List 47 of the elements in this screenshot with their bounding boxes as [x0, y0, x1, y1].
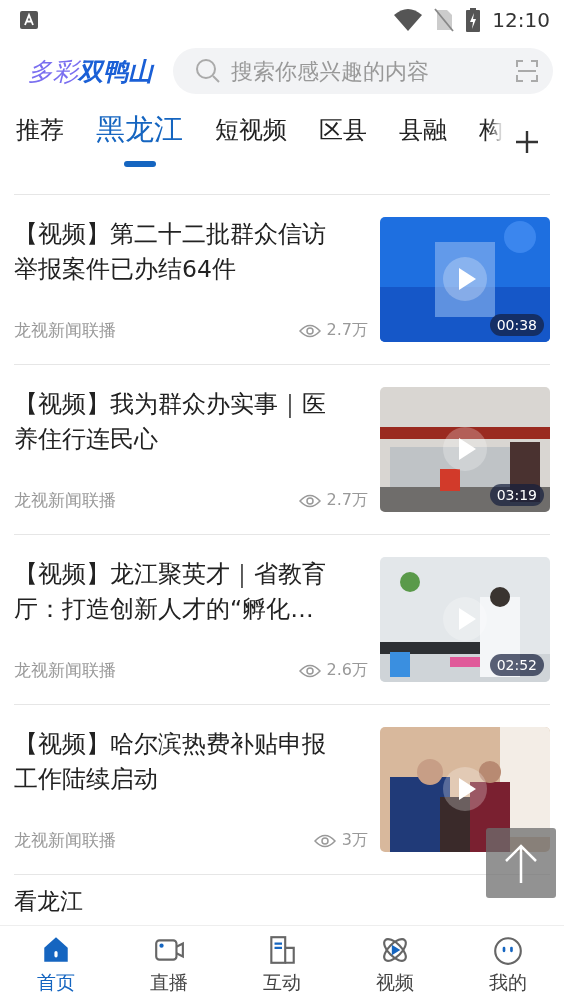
- back-to-top-button[interactable]: [486, 828, 556, 898]
- nav-tab[interactable]: 首页: [0, 926, 113, 1002]
- category-tab[interactable]: 区县: [319, 104, 367, 145]
- news-source: 龙视新闻联播: [14, 319, 116, 342]
- play-icon: [443, 767, 487, 811]
- video-duration: 03:19: [489, 484, 544, 506]
- battery-icon: [466, 8, 481, 32]
- app-logo: 多彩双鸭山: [28, 55, 153, 88]
- play-icon: [443, 427, 487, 471]
- category-tab[interactable]: 短视频: [215, 104, 287, 145]
- news-source: 龙视新闻联播: [14, 659, 116, 682]
- up-arrow-icon: [503, 843, 539, 883]
- face-icon: [491, 934, 524, 966]
- eye-icon: [298, 323, 321, 338]
- notification-icon: [20, 11, 38, 29]
- search-input[interactable]: 搜索你感兴趣的内容: [229, 57, 507, 85]
- video-duration: 02:52: [489, 654, 544, 676]
- eye-icon: [313, 833, 336, 848]
- search-icon: [195, 58, 221, 84]
- nav-tab[interactable]: 直播: [112, 926, 226, 1002]
- plus-icon: [515, 130, 539, 154]
- category-tab[interactable]: 构: [479, 104, 503, 145]
- eye-icon: [298, 663, 321, 678]
- view-count: 2.7万: [326, 320, 368, 341]
- news-title[interactable]: 看龙江: [14, 875, 83, 915]
- view-count: 3万: [341, 830, 368, 851]
- category-tab[interactable]: 推荐: [16, 104, 64, 145]
- wifi-icon: [394, 9, 423, 31]
- clock-time: 12:10: [492, 8, 550, 32]
- category-tab[interactable]: 黑龙江: [96, 102, 183, 167]
- video-duration: 00:38: [489, 314, 544, 336]
- no-sim-icon: [434, 8, 455, 32]
- play-icon: [443, 257, 487, 301]
- eye-icon: [298, 493, 321, 508]
- news-title[interactable]: 【视频】龙江聚英才｜省教育厅：打造创新人才的“孵化…: [14, 557, 339, 627]
- news-title[interactable]: 【视频】我为群众办实事｜医养住行连民心: [14, 387, 339, 457]
- news-title[interactable]: 【视频】哈尔滨热费补贴申报工作陆续启动: [14, 727, 339, 797]
- search-field[interactable]: 搜索你感兴趣的内容: [173, 48, 553, 94]
- nav-tab[interactable]: 我的: [451, 926, 564, 1002]
- news-source: 龙视新闻联播: [14, 829, 116, 852]
- news-source: 龙视新闻联播: [14, 489, 116, 512]
- view-count: 2.7万: [326, 490, 368, 511]
- nav-tab[interactable]: 视频: [338, 926, 452, 1002]
- nav-tab[interactable]: 互动: [225, 926, 339, 1002]
- news-title[interactable]: 【视频】第二十二批群众信访举报案件已办结64件: [14, 217, 339, 287]
- category-tab[interactable]: 县融: [399, 104, 447, 145]
- view-count: 2.6万: [326, 660, 368, 681]
